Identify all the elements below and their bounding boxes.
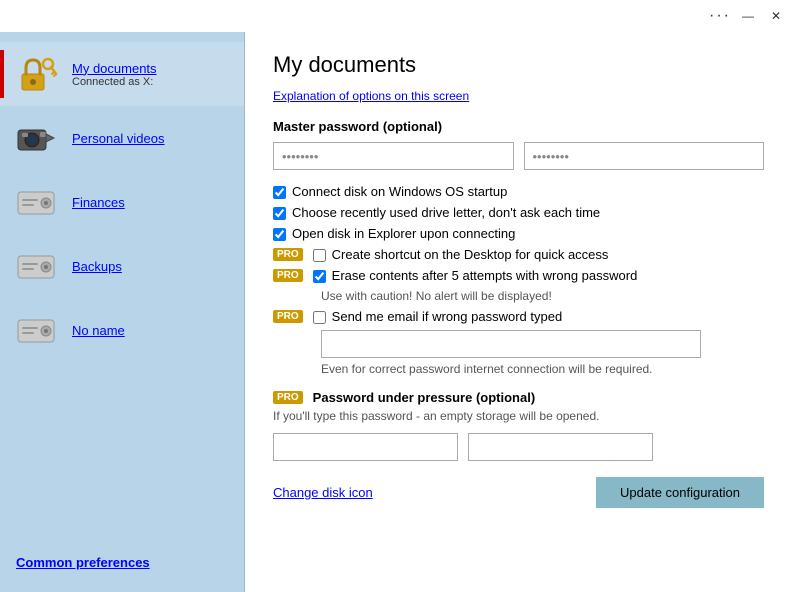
pressure-inputs — [273, 433, 764, 461]
update-configuration-button[interactable]: Update configuration — [596, 477, 764, 508]
content-area: My documents Explanation of options on t… — [245, 32, 792, 592]
footer-buttons: Change disk icon Update configuration — [273, 477, 764, 508]
sidebar-item-label-backups: Backups — [72, 259, 122, 274]
sidebar-spacer — [0, 362, 244, 543]
master-password-label: Master password (optional) — [273, 119, 764, 134]
title-bar-controls: ··· — ✕ — [712, 8, 784, 24]
checkbox-connect-startup[interactable] — [273, 186, 286, 199]
checkbox-row-open-explorer: Open disk in Explorer upon connecting — [273, 226, 764, 241]
camera-icon — [12, 114, 60, 162]
help-link[interactable]: Explanation of options on this screen — [273, 89, 469, 103]
checkbox-row-connect-startup: Connect disk on Windows OS startup — [273, 184, 764, 199]
caution-text: Use with caution! No alert will be displ… — [321, 289, 764, 303]
email-input[interactable] — [321, 330, 701, 358]
sidebar-text-no-name: No name — [72, 323, 125, 338]
sidebar-item-finances[interactable]: Finances — [0, 170, 244, 234]
email-note: Even for correct password internet conne… — [321, 362, 764, 376]
checkbox-open-explorer[interactable] — [273, 228, 286, 241]
sidebar-item-sublabel-my-documents: Connected as X: — [72, 76, 157, 88]
title-bar: ··· — ✕ — [0, 0, 792, 32]
checkbox-label-erase-contents: Erase contents after 5 attempts with wro… — [332, 268, 638, 283]
pressure-section-label: Password under pressure (optional) — [313, 390, 536, 405]
sidebar-text-backups: Backups — [72, 259, 122, 274]
lock-icon — [12, 50, 60, 98]
active-indicator — [0, 50, 4, 98]
pro-badge-pressure: PRO — [273, 391, 303, 404]
close-button[interactable]: ✕ — [768, 8, 784, 24]
checkbox-erase-contents[interactable] — [313, 270, 326, 283]
sidebar-text-finances: Finances — [72, 195, 125, 210]
checkbox-label-create-shortcut: Create shortcut on the Desktop for quick… — [332, 247, 609, 262]
sidebar-item-label-my-documents: My documents — [72, 61, 157, 76]
drive-finances-icon — [12, 178, 60, 226]
checkbox-create-shortcut[interactable] — [313, 249, 326, 262]
sidebar-text-my-documents: My documents Connected as X: — [72, 61, 157, 88]
pressure-password-input2[interactable] — [468, 433, 653, 461]
checkbox-row-erase-contents: PRO Erase contents after 5 attempts with… — [273, 268, 764, 283]
checkbox-label-connect-startup: Connect disk on Windows OS startup — [292, 184, 507, 199]
password-row — [273, 142, 764, 170]
pro-badge-send-email: PRO — [273, 310, 303, 323]
drive-backups-icon — [12, 242, 60, 290]
sidebar: My documents Connected as X: — [0, 32, 245, 592]
change-disk-icon-link[interactable]: Change disk icon — [273, 485, 373, 500]
minimize-button[interactable]: — — [740, 8, 756, 24]
pro-badge-erase-contents: PRO — [273, 269, 303, 282]
sidebar-item-personal-videos[interactable]: Personal videos — [0, 106, 244, 170]
sidebar-footer: Common preferences — [0, 543, 244, 582]
master-password-input2[interactable] — [524, 142, 765, 170]
checkbox-label-open-explorer: Open disk in Explorer upon connecting — [292, 226, 515, 241]
checkbox-label-recently-used: Choose recently used drive letter, don't… — [292, 205, 600, 220]
sidebar-item-label-finances: Finances — [72, 195, 125, 210]
pro-badge-create-shortcut: PRO — [273, 248, 303, 261]
main-layout: My documents Connected as X: — [0, 32, 792, 592]
sidebar-item-my-documents[interactable]: My documents Connected as X: — [0, 42, 244, 106]
checkbox-label-send-email: Send me email if wrong password typed — [332, 309, 563, 324]
pressure-password-input1[interactable] — [273, 433, 458, 461]
checkbox-row-create-shortcut: PRO Create shortcut on the Desktop for q… — [273, 247, 764, 262]
drive-noname-icon — [12, 306, 60, 354]
more-button[interactable]: ··· — [712, 8, 728, 24]
page-title: My documents — [273, 52, 764, 78]
checkbox-recently-used[interactable] — [273, 207, 286, 220]
sidebar-item-label-personal-videos: Personal videos — [72, 131, 165, 146]
checkbox-send-email[interactable] — [313, 311, 326, 324]
pressure-note: If you'll type this password - an empty … — [273, 409, 764, 423]
sidebar-text-personal-videos: Personal videos — [72, 131, 165, 146]
sidebar-item-backups[interactable]: Backups — [0, 234, 244, 298]
checkbox-row-recently-used: Choose recently used drive letter, don't… — [273, 205, 764, 220]
master-password-input1[interactable] — [273, 142, 514, 170]
sidebar-item-no-name[interactable]: No name — [0, 298, 244, 362]
common-preferences-link[interactable]: Common preferences — [16, 555, 150, 570]
checkbox-row-send-email: PRO Send me email if wrong password type… — [273, 309, 764, 324]
pressure-section: PRO Password under pressure (optional) — [273, 390, 764, 405]
sidebar-item-label-no-name: No name — [72, 323, 125, 338]
